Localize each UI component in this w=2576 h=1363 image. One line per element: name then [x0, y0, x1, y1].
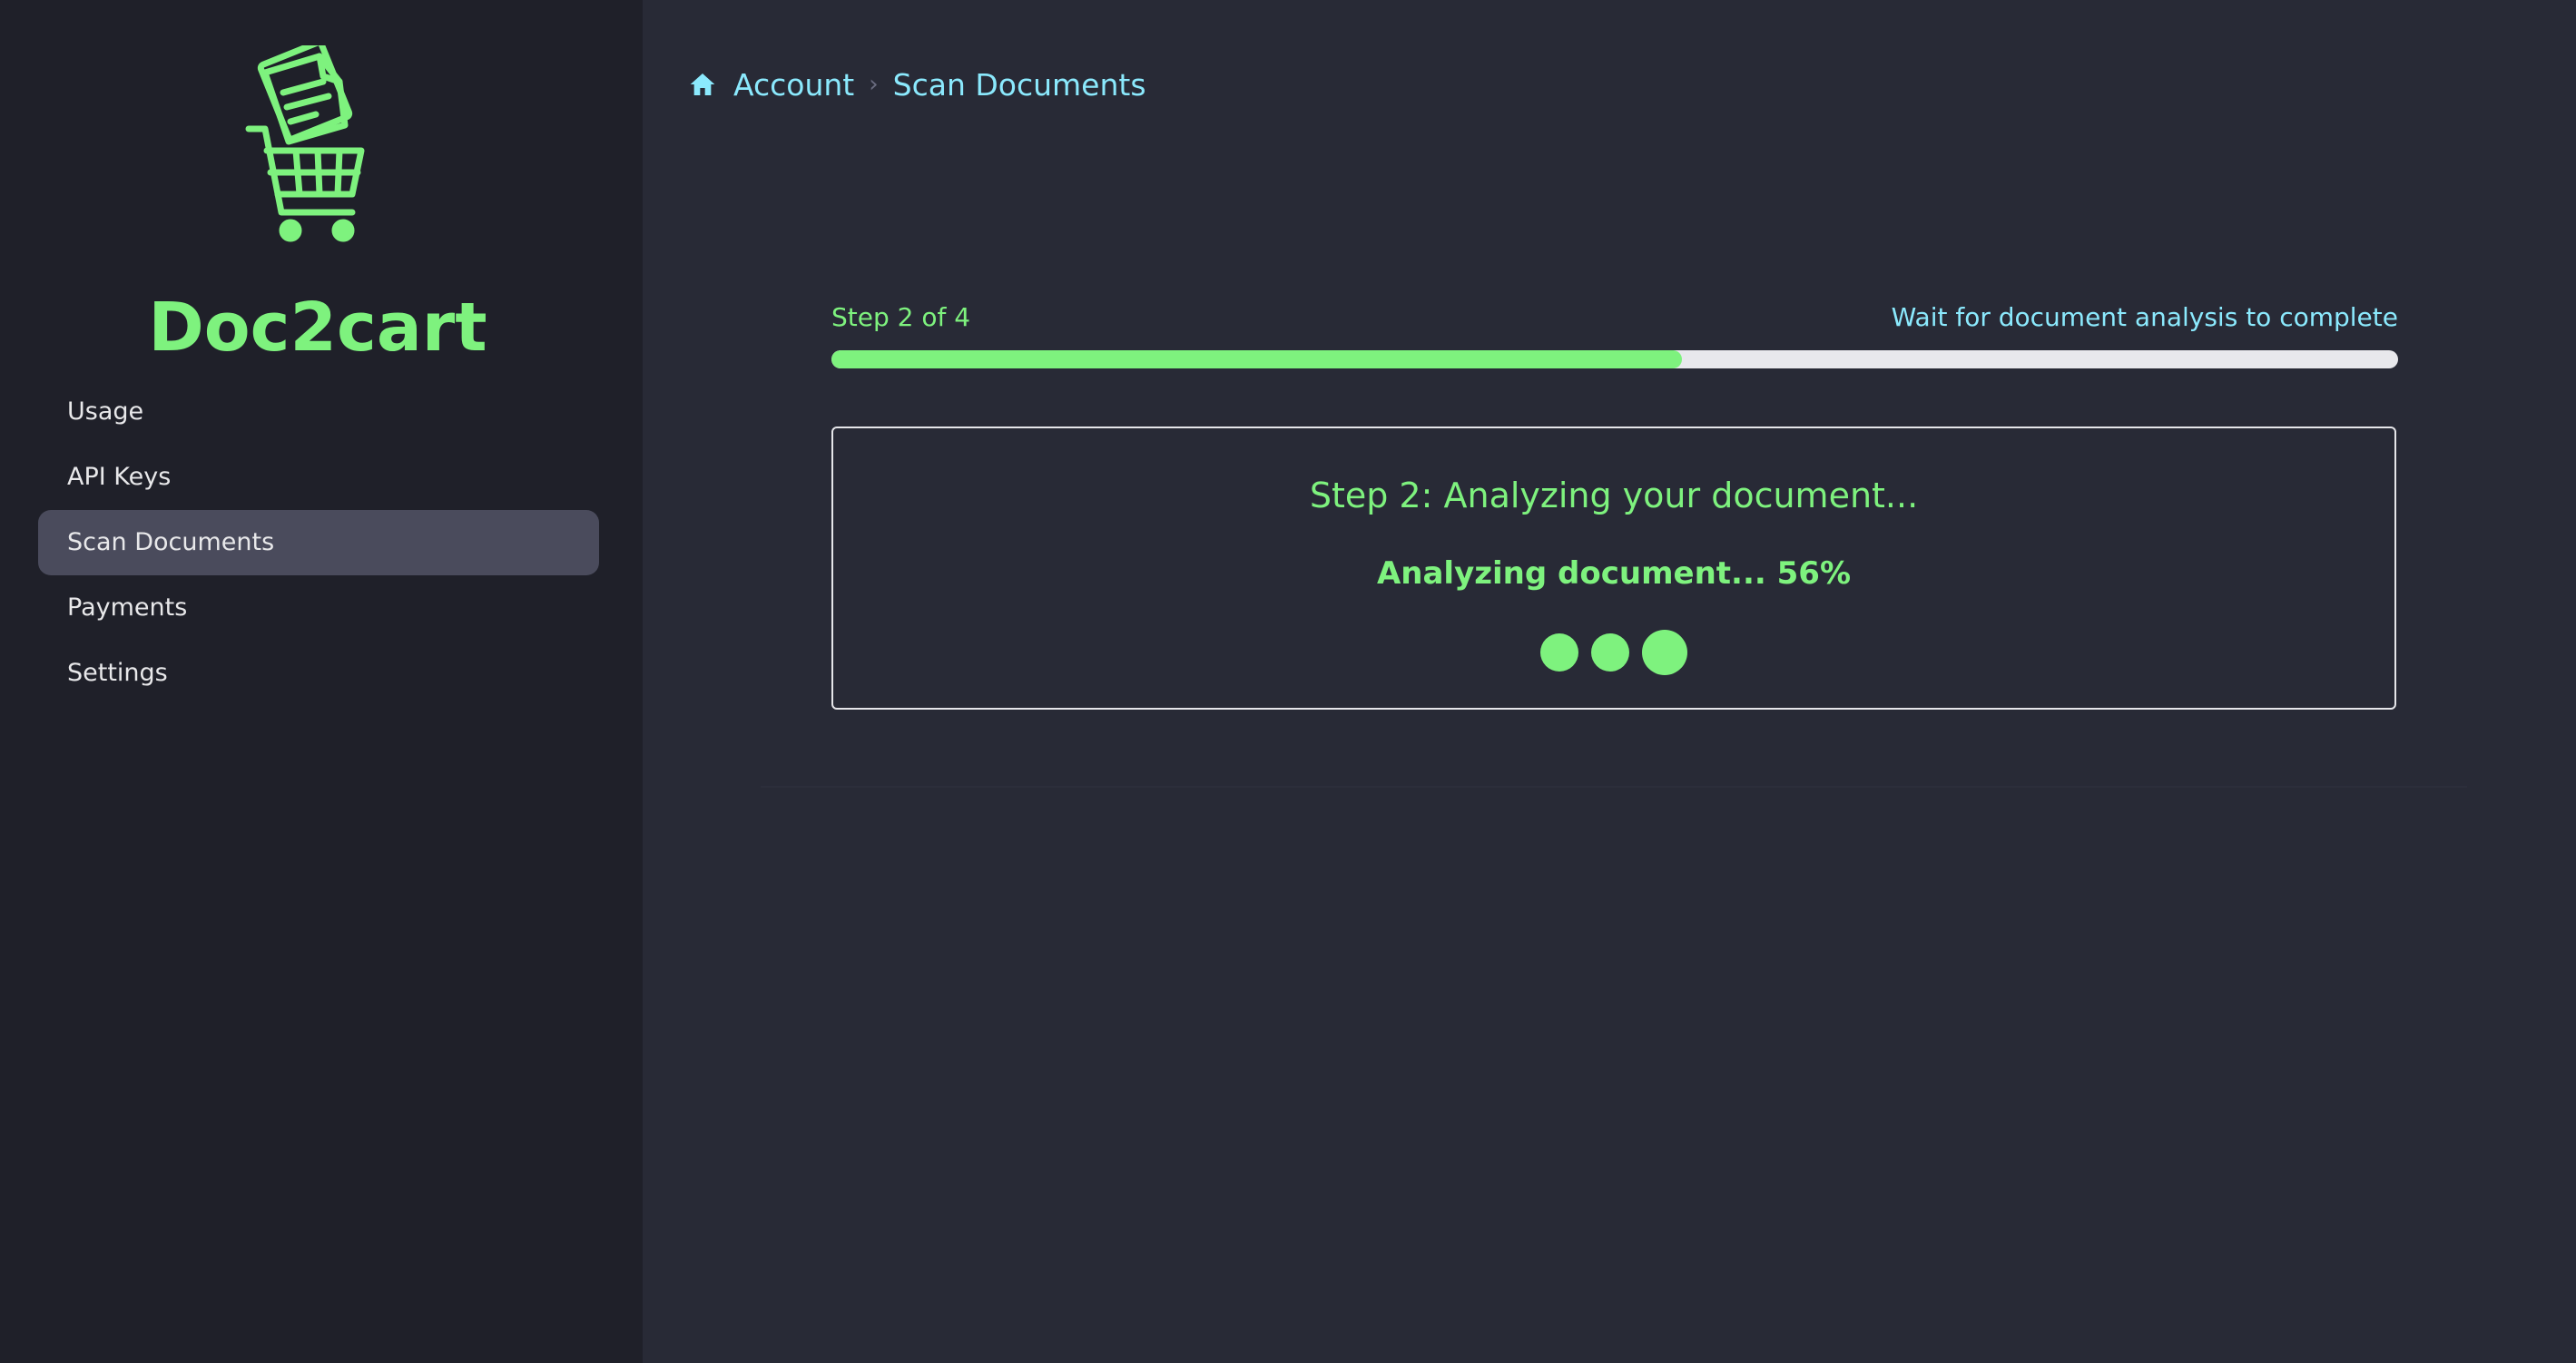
sidebar-item-settings[interactable]: Settings	[38, 641, 599, 706]
loading-dot	[1642, 630, 1687, 675]
sidebar-item-api-keys[interactable]: API Keys	[38, 445, 599, 510]
progress-fill	[831, 350, 1683, 368]
sidebar-item-scan-documents[interactable]: Scan Documents	[38, 510, 599, 575]
analysis-status: Analyzing document... 56%	[1376, 555, 1852, 592]
main-content: Account › Scan Documents Step 2 of 4 Wai…	[643, 0, 2576, 1363]
chevron-right-icon: ›	[869, 71, 879, 98]
home-icon[interactable]	[688, 70, 717, 99]
breadcrumb-account[interactable]: Account	[733, 67, 854, 103]
brand-name: Doc2cart	[148, 289, 487, 367]
progress-bar	[831, 350, 2398, 368]
divider	[761, 786, 2467, 788]
cart-document-icon	[245, 45, 365, 242]
step-hint: Wait for document analysis to complete	[1891, 302, 2398, 332]
sidebar-item-usage[interactable]: Usage	[38, 379, 599, 445]
sidebar-nav: Usage API Keys Scan Documents Payments S…	[38, 379, 599, 706]
loading-dot	[1591, 633, 1629, 672]
step-count: Step 2 of 4	[831, 302, 971, 332]
sidebar: Doc2cart Usage API Keys Scan Documents P…	[0, 0, 643, 1363]
breadcrumb: Account › Scan Documents	[688, 62, 1146, 107]
stepper-header: Step 2 of 4 Wait for document analysis t…	[831, 299, 2398, 336]
sidebar-item-payments[interactable]: Payments	[38, 575, 599, 641]
stepper: Step 2 of 4 Wait for document analysis t…	[831, 299, 2398, 368]
analysis-title: Step 2: Analyzing your document...	[1309, 476, 1919, 515]
loading-dots	[833, 630, 2394, 675]
analysis-card: Step 2: Analyzing your document... Analy…	[831, 427, 2396, 710]
loading-dot	[1540, 633, 1578, 672]
breadcrumb-scan-documents[interactable]: Scan Documents	[893, 67, 1146, 103]
